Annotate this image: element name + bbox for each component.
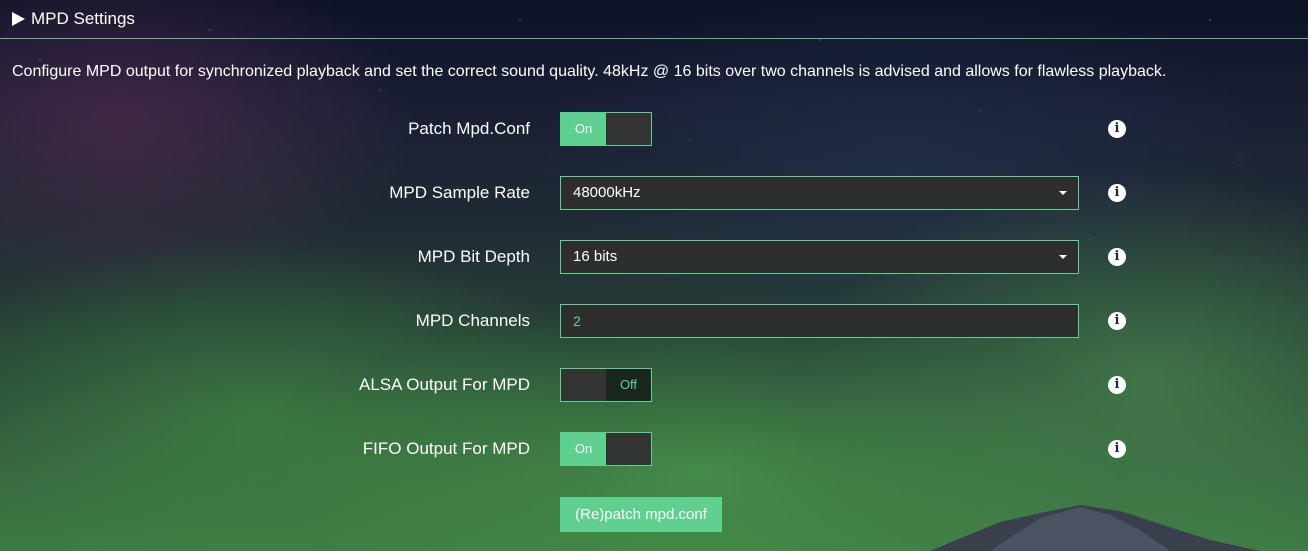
info-icon[interactable]: i xyxy=(1108,312,1126,330)
channels-input[interactable]: 2 xyxy=(560,304,1079,338)
setting-label: MPD Channels xyxy=(415,311,530,330)
section-header[interactable]: MPD Settings xyxy=(0,0,1308,39)
setting-label: FIFO Output For MPD xyxy=(362,439,530,458)
repatch-mpd-conf-button[interactable]: (Re)patch mpd.conf xyxy=(560,497,722,532)
info-icon[interactable]: i xyxy=(1108,376,1126,394)
setting-row-fifo-output: FIFO Output For MPD On i xyxy=(0,432,1308,466)
setting-row-patch-mpd-conf: Patch Mpd.Conf On i xyxy=(0,112,1308,146)
select-value: 16 bits xyxy=(573,248,618,265)
setting-row-bit-depth: MPD Bit Depth 16 bits i xyxy=(0,240,1308,274)
section-title: MPD Settings xyxy=(31,9,135,28)
setting-row-alsa-output: ALSA Output For MPD Off i xyxy=(0,368,1308,402)
sample-rate-select[interactable]: 48000kHz xyxy=(560,176,1079,210)
toggle-off-part: Off xyxy=(606,369,651,401)
select-value: 48000kHz xyxy=(573,184,641,201)
setting-label: MPD Sample Rate xyxy=(389,183,530,202)
toggle-on-part xyxy=(561,369,606,401)
toggle-off-part xyxy=(606,113,651,145)
info-icon[interactable]: i xyxy=(1108,184,1126,202)
setting-label: MPD Bit Depth xyxy=(417,247,530,266)
info-icon[interactable]: i xyxy=(1108,120,1126,138)
setting-row-channels: MPD Channels 2 i xyxy=(0,304,1308,338)
toggle-on-part: On xyxy=(561,433,606,465)
alsa-output-toggle[interactable]: Off xyxy=(560,368,652,402)
caret-down-icon xyxy=(1059,255,1067,259)
background-stars xyxy=(0,0,1308,551)
info-icon[interactable]: i xyxy=(1108,248,1126,266)
info-icon[interactable]: i xyxy=(1108,440,1126,458)
setting-label: ALSA Output For MPD xyxy=(358,375,530,394)
fifo-output-toggle[interactable]: On xyxy=(560,432,652,466)
caret-down-icon xyxy=(1059,191,1067,195)
patch-mpd-conf-toggle[interactable]: On xyxy=(560,112,652,146)
triangle-right-icon xyxy=(12,12,25,26)
mountain-silhouette xyxy=(930,505,1260,551)
toggle-off-part xyxy=(606,433,651,465)
bit-depth-select[interactable]: 16 bits xyxy=(560,240,1079,274)
section-description: Configure MPD output for synchronized pl… xyxy=(12,63,1167,80)
setting-row-sample-rate: MPD Sample Rate 48000kHz i xyxy=(0,176,1308,210)
setting-label: Patch Mpd.Conf xyxy=(408,119,530,138)
toggle-on-part: On xyxy=(561,113,606,145)
